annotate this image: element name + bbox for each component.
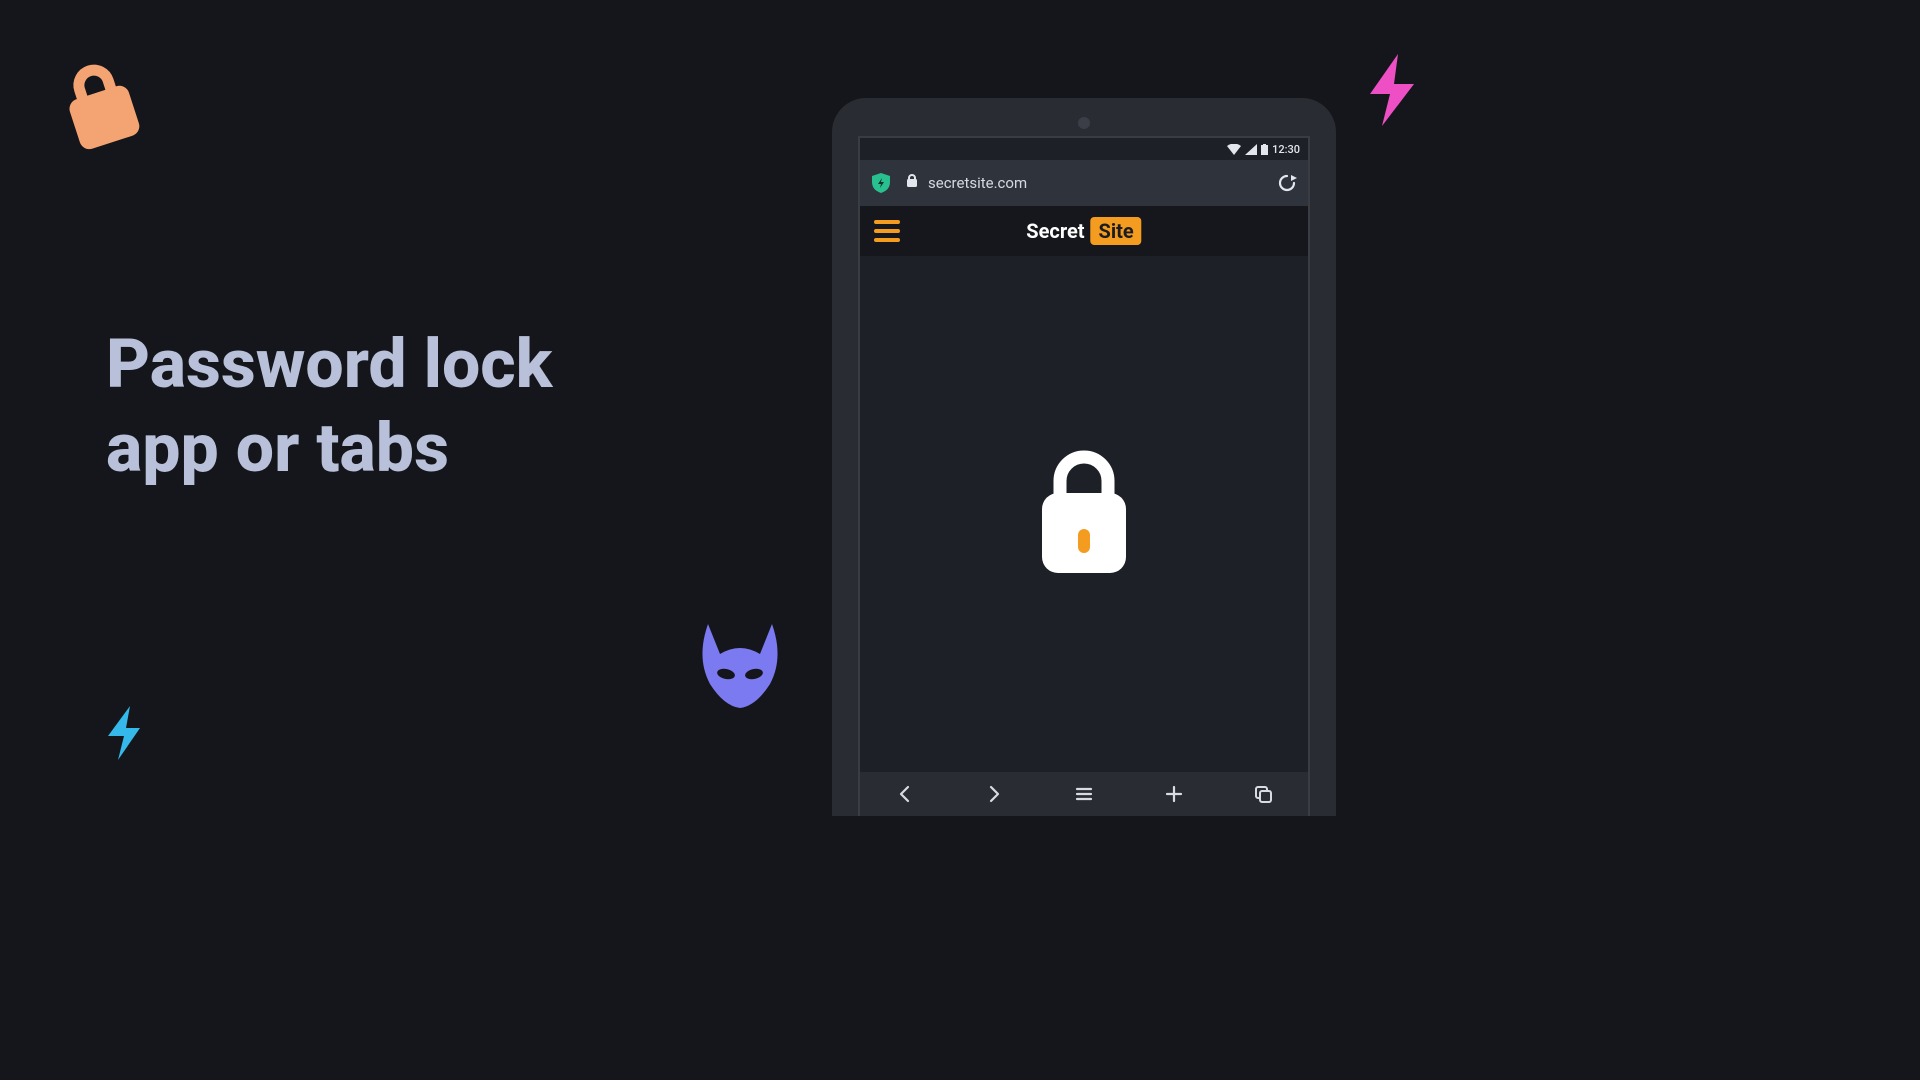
site-title: Secret Site (1026, 217, 1141, 245)
menu-button[interactable] (1062, 772, 1106, 816)
site-title-badge: Site (1091, 217, 1142, 245)
lock-icon (1036, 447, 1132, 581)
bolt-icon (100, 704, 148, 766)
back-button[interactable] (883, 772, 927, 816)
site-header: Secret Site (860, 206, 1308, 256)
shield-icon[interactable] (870, 172, 892, 194)
url-field[interactable]: secretsite.com (906, 174, 1262, 192)
browser-toolbar (860, 772, 1308, 816)
cellular-icon (1245, 144, 1257, 155)
forward-button[interactable] (972, 772, 1016, 816)
status-bar: 12:30 (860, 138, 1308, 160)
headline-line-2: app or tabs (106, 406, 552, 490)
mask-icon (690, 612, 790, 716)
reload-icon[interactable] (1276, 172, 1298, 194)
battery-icon (1261, 144, 1268, 155)
camera-dot (1078, 117, 1090, 129)
browser-address-bar: secretsite.com (860, 160, 1308, 206)
url-text: secretsite.com (928, 174, 1027, 192)
headline-line-1: Password lock (106, 322, 552, 406)
site-title-primary: Secret (1026, 219, 1084, 243)
headline: Password lock app or tabs (106, 322, 552, 491)
menu-icon[interactable] (874, 220, 900, 242)
locked-content (860, 256, 1308, 772)
bolt-icon (1356, 50, 1426, 134)
lock-icon (906, 174, 918, 192)
wifi-icon (1227, 144, 1241, 155)
add-tab-button[interactable] (1152, 772, 1196, 816)
status-time: 12:30 (1272, 143, 1300, 156)
tablet-screen: 12:30 secretsite.com (858, 136, 1310, 816)
tabs-button[interactable] (1241, 772, 1285, 816)
lock-icon (52, 53, 150, 161)
tablet-device: 12:30 secretsite.com (832, 98, 1336, 816)
